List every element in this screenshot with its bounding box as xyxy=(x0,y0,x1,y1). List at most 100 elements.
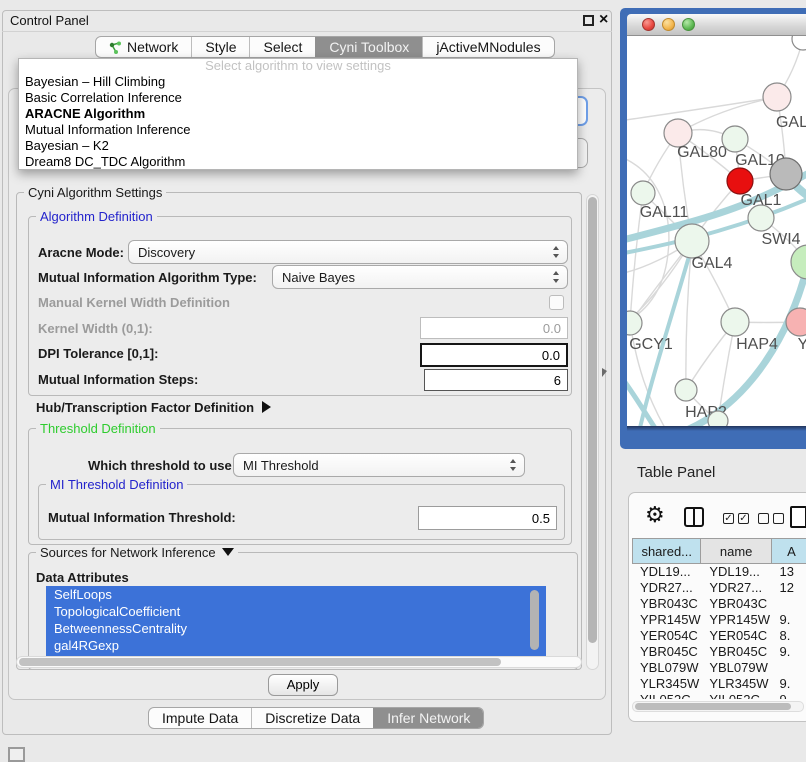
column-header[interactable]: A xyxy=(772,538,806,564)
apply-button[interactable]: Apply xyxy=(268,674,338,696)
network-edge[interactable] xyxy=(678,97,777,133)
scrollbar-thumb[interactable] xyxy=(19,658,501,666)
close-traffic-light-icon[interactable] xyxy=(642,18,655,31)
tab-network[interactable]: Network xyxy=(96,37,191,57)
close-icon[interactable]: × xyxy=(599,10,608,30)
network-node-gal10[interactable] xyxy=(722,126,748,152)
scrollbar-thumb[interactable] xyxy=(588,197,597,643)
tab-cyni-toolbox[interactable]: Cyni Toolbox xyxy=(315,37,422,57)
network-canvas[interactable]: GALGAL80GAL10GAL1GAL11SWI4GAL4GCY1HAP4YH… xyxy=(627,36,806,426)
table-row[interactable]: YER054CYER054C8. xyxy=(632,628,806,644)
table-cell: 9. xyxy=(772,612,806,628)
hub-definition-toggle[interactable]: Hub/Transcription Factor Definition xyxy=(36,400,271,415)
table-row[interactable]: YBL079WYBL079W xyxy=(632,660,806,676)
network-node-gal[interactable] xyxy=(763,83,791,111)
algorithm-dropdown-prompt: Select algorithm to view settings xyxy=(19,59,577,74)
new-page-icon[interactable] xyxy=(790,506,806,528)
unchecked-checkbox-icon[interactable] xyxy=(773,513,784,524)
network-node-gcy1[interactable] xyxy=(627,311,642,335)
dropdown-item[interactable]: ARACNE Algorithm xyxy=(19,106,577,122)
mi-threshold-field[interactable]: 0.5 xyxy=(418,506,557,530)
dropdown-item[interactable]: Dream8 DC_TDC Algorithm xyxy=(19,154,577,170)
dropdown-item[interactable]: Mutual Information Inference xyxy=(19,122,577,138)
mi-type-value: Naive Bayes xyxy=(282,270,355,285)
tab-impute-data[interactable]: Impute Data xyxy=(149,708,251,728)
spinner-arrows-icon xyxy=(510,459,517,471)
checked-checkbox-icon[interactable]: ✓ xyxy=(723,513,734,524)
dropdown-item[interactable]: Basic Correlation Inference xyxy=(19,90,577,106)
table-cell: YIL052C xyxy=(632,692,701,699)
network-node-gal1[interactable] xyxy=(727,168,753,194)
table-cell: YDR27... xyxy=(701,580,771,596)
mi-type-label: Mutual Information Algorithm Type: xyxy=(38,270,257,285)
node-label: SWI4 xyxy=(761,231,800,248)
tab-infer-network[interactable]: Infer Network xyxy=(373,708,483,728)
which-threshold-label: Which threshold to use: xyxy=(88,458,236,473)
hub-definition-label: Hub/Transcription Factor Definition xyxy=(36,400,254,415)
network-node[interactable] xyxy=(770,158,802,190)
column-header[interactable]: name xyxy=(701,538,771,564)
network-node-hap4[interactable] xyxy=(721,308,749,336)
network-node-swi4[interactable] xyxy=(748,205,774,231)
attributes-scrollbar-thumb[interactable] xyxy=(530,590,539,650)
attribute-item[interactable]: SelfLoops xyxy=(46,586,546,603)
node-label: Y xyxy=(798,336,806,353)
settings-horizontal-scrollbar[interactable] xyxy=(16,656,582,668)
network-node-gal11[interactable] xyxy=(631,181,655,205)
manual-kernel-checkbox[interactable] xyxy=(549,295,564,310)
table-cell: YLR345W xyxy=(701,676,771,692)
table-cell xyxy=(772,596,806,612)
table-row[interactable]: YLR345WYLR345W9. xyxy=(632,676,806,692)
table-row[interactable]: YBR045CYBR045C9. xyxy=(632,644,806,660)
tab-jactivemnodules[interactable]: jActiveMNodules xyxy=(422,37,553,57)
network-node[interactable] xyxy=(792,36,806,50)
dropdown-item[interactable]: Bayesian – Hill Climbing xyxy=(19,74,577,90)
checked-checkbox-icon[interactable]: ✓ xyxy=(738,513,749,524)
unchecked-checkbox-icon[interactable] xyxy=(758,513,769,524)
scrollbar-thumb[interactable] xyxy=(635,703,791,710)
aracne-mode-select[interactable]: Discovery xyxy=(128,240,568,264)
gear-icon[interactable]: ⚙ xyxy=(645,502,665,528)
table-horizontal-scrollbar[interactable] xyxy=(632,701,804,712)
tab-style[interactable]: Style xyxy=(191,37,249,57)
dropdown-item[interactable]: Bayesian – K2 xyxy=(19,138,577,154)
dpi-tolerance-field[interactable]: 0.0 xyxy=(420,343,568,367)
node-label: GAL4 xyxy=(692,255,733,272)
float-window-icon[interactable] xyxy=(583,15,594,26)
network-node[interactable] xyxy=(708,411,728,426)
zoom-traffic-light-icon[interactable] xyxy=(682,18,695,31)
mi-steps-field[interactable]: 6 xyxy=(424,369,568,391)
table-row[interactable]: YDR27...YDR27...12 xyxy=(632,580,806,596)
control-panel-titlebar xyxy=(2,10,612,32)
settings-vertical-scrollbar[interactable] xyxy=(586,194,599,670)
network-edge[interactable] xyxy=(627,97,777,121)
sources-group-title[interactable]: Sources for Network Inference xyxy=(36,545,238,560)
kernel-width-field[interactable]: 0.0 xyxy=(420,317,568,339)
table-row[interactable]: YIL052CYIL052C9. xyxy=(632,692,806,699)
network-node-hap2[interactable] xyxy=(675,379,697,401)
network-node-gal80[interactable] xyxy=(664,119,692,147)
tab-select[interactable]: Select xyxy=(249,37,315,57)
column-header[interactable]: shared... xyxy=(632,538,701,564)
attribute-item[interactable]: TopologicalCoefficient xyxy=(46,603,546,620)
minimize-traffic-light-icon[interactable] xyxy=(662,18,675,31)
table-cell: 8. xyxy=(772,628,806,644)
node-label: GAL xyxy=(776,114,806,131)
minimized-panel-icon[interactable] xyxy=(8,747,25,762)
node-label: HAP4 xyxy=(736,336,778,353)
which-threshold-select[interactable]: MI Threshold xyxy=(233,453,525,477)
tab-discretize-data[interactable]: Discretize Data xyxy=(251,708,373,728)
table-row[interactable]: YBR043CYBR043C xyxy=(632,596,806,612)
table-row[interactable]: YDL19...YDL19...13 xyxy=(632,564,806,580)
cyni-algorithm-settings-title: Cyni Algorithm Settings xyxy=(24,185,166,200)
data-attributes-list[interactable]: SelfLoopsTopologicalCoefficientBetweenne… xyxy=(46,586,546,656)
mi-type-select[interactable]: Naive Bayes xyxy=(272,265,568,289)
network-node[interactable] xyxy=(791,245,806,279)
algorithm-dropdown-list: Bayesian – Hill ClimbingBasic Correlatio… xyxy=(19,74,577,170)
table-row[interactable]: YPR145WYPR145W9. xyxy=(632,612,806,628)
node-label: GAL80 xyxy=(677,144,727,161)
attribute-item[interactable]: BetweennessCentrality xyxy=(46,620,546,637)
split-columns-icon[interactable] xyxy=(684,507,704,527)
network-node-gal4[interactable] xyxy=(675,224,709,258)
attribute-item[interactable]: gal4RGexp xyxy=(46,637,546,654)
